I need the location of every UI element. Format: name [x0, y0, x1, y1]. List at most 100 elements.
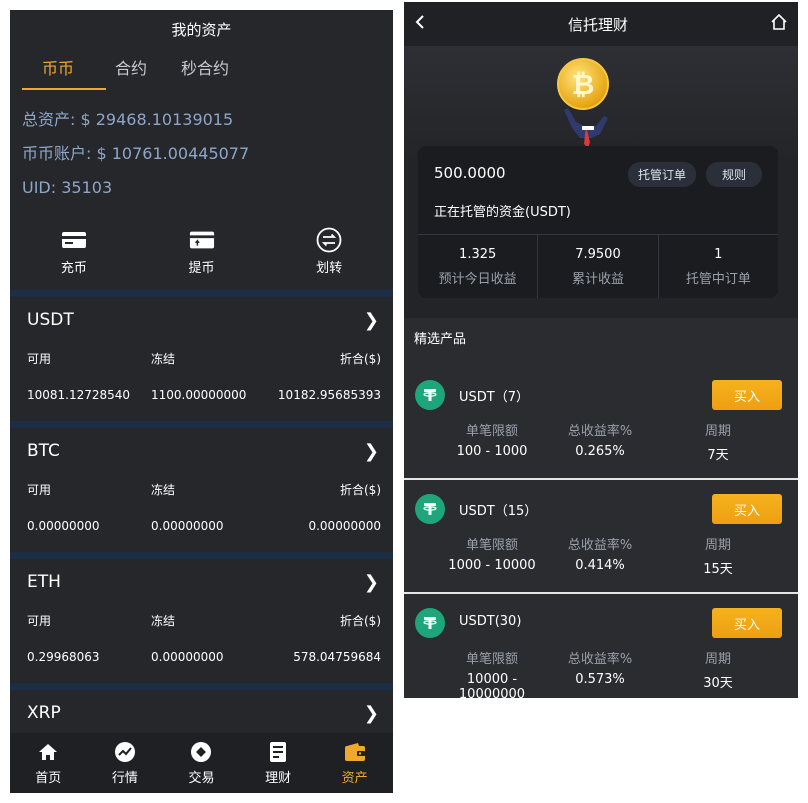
custody-orders-button[interactable]: 托管订单	[627, 162, 696, 187]
frozen-value: 1100.00000000	[151, 388, 247, 402]
asset-header[interactable]: USDT ❯	[10, 297, 393, 343]
nav-home-label: 首页	[35, 770, 62, 786]
market-icon	[114, 741, 136, 763]
asset-item-usdt[interactable]: USDT ❯ 可用 冻结 折合($) 10081.12728540 1100.0…	[10, 290, 393, 421]
limit-value: 100 - 1000	[456, 444, 528, 459]
product-labels: 单笔限额 总收益率% 周期	[404, 648, 798, 667]
product-list: USDT（7） 买入 单笔限额 总收益率% 周期 100 - 1000 0.26…	[404, 366, 798, 698]
bottom-nav: 首页 行情 交易 理财 资产	[10, 733, 393, 793]
withdraw-button[interactable]: 提币	[138, 214, 266, 290]
product-item: USDT(30) 买入 单笔限额 总收益率% 周期 10000 - 100000…	[404, 594, 798, 698]
back-icon[interactable]	[414, 14, 426, 34]
buy-button[interactable]: 买入	[712, 608, 782, 638]
stat-value: 1	[714, 246, 723, 262]
chevron-right-icon: ❯	[363, 309, 379, 331]
product-values: 100 - 1000 0.265% 7天	[404, 444, 798, 463]
asset-header[interactable]: ETH ❯	[10, 559, 393, 605]
nav-finance-label: 理财	[265, 770, 292, 786]
product-item: USDT（15） 买入 单笔限额 总收益率% 周期 1000 - 10000 0…	[404, 480, 798, 594]
chevron-right-icon: ❯	[363, 571, 379, 593]
wallet-icon	[344, 741, 366, 763]
asset-name: BTC	[27, 441, 60, 461]
tether-icon	[415, 380, 445, 410]
product-name: USDT（7）	[459, 390, 529, 405]
page-title: 信托理财	[567, 15, 628, 34]
transfer-label: 划转	[316, 260, 343, 276]
product-name: USDT（15）	[459, 504, 538, 519]
converted-value: 578.04759684	[293, 650, 381, 664]
buy-button[interactable]: 买入	[712, 494, 782, 524]
rate-value: 0.573%	[575, 672, 625, 687]
holding-subtitle: 正在托管的资金(USDT)	[434, 205, 571, 220]
available-value: 0.00000000	[27, 519, 100, 533]
assets-screen: 我的资产 币币 合约 秒合约 总资产: $ 29468.10139015 币币账…	[10, 10, 393, 793]
frozen-header: 冻结	[151, 613, 176, 628]
asset-item-eth[interactable]: ETH ❯ 可用 冻结 折合($) 0.29968063 0.00000000 …	[10, 552, 393, 683]
rate-value: 0.265%	[575, 444, 625, 459]
asset-name: USDT	[27, 310, 74, 330]
frozen-header: 冻结	[151, 351, 176, 366]
trust-finance-screen: 信托理财 ₿ 500.0000 托管订单 规则 正在托管的资金(USDT) 1.…	[404, 2, 798, 698]
product-labels: 单笔限额 总收益率% 周期	[404, 534, 798, 553]
transfer-button[interactable]: 划转	[265, 214, 393, 290]
asset-actions: 充币 提币 划转	[10, 214, 393, 290]
rate-label: 总收益率%	[567, 538, 633, 553]
rules-button[interactable]: 规则	[705, 162, 762, 187]
asset-header[interactable]: XRP ❯	[10, 690, 393, 736]
holding-amount: 500.0000	[434, 164, 506, 182]
product-name: USDT(30)	[459, 614, 522, 629]
holding-card: 500.0000 托管订单 规则 正在托管的资金(USDT) 1.325 预计今…	[418, 146, 778, 298]
nav-assets[interactable]: 资产	[316, 733, 393, 793]
withdraw-label: 提币	[188, 260, 215, 276]
user-id: UID: 35103	[22, 178, 113, 197]
section-divider	[10, 421, 393, 428]
home-icon[interactable]	[770, 13, 788, 35]
stat-label: 累计收益	[571, 271, 624, 287]
converted-value: 0.00000000	[308, 519, 381, 533]
section-divider	[10, 290, 393, 297]
asset-column-headers: 可用 冻结 折合($)	[10, 474, 393, 504]
nav-home[interactable]: 首页	[10, 733, 87, 793]
product-values: 1000 - 10000 0.414% 15天	[404, 558, 798, 577]
nav-trade[interactable]: 交易	[163, 733, 240, 793]
asset-item-btc[interactable]: BTC ❯ 可用 冻结 折合($) 0.00000000 0.00000000 …	[10, 421, 393, 552]
rate-value: 0.414%	[575, 558, 625, 573]
chevron-right-icon: ❯	[363, 440, 379, 462]
converted-header: 折合($)	[340, 613, 381, 628]
deposit-icon	[61, 229, 87, 251]
tether-icon	[415, 608, 445, 638]
period-label: 周期	[704, 424, 731, 439]
finance-icon	[267, 741, 289, 763]
top-bar: 信托理财	[404, 2, 798, 46]
period-value: 30天	[703, 676, 733, 691]
asset-values: 0.29968063 0.00000000 578.04759684	[10, 635, 393, 679]
product-labels: 单笔限额 总收益率% 周期	[404, 420, 798, 439]
available-header: 可用	[27, 351, 52, 366]
limit-value: 10000 - 10000000	[458, 672, 526, 698]
card-buttons: 托管订单 规则	[627, 162, 762, 187]
stat-today-income: 1.325 预计今日收益	[418, 235, 539, 298]
nav-assets-label: 资产	[341, 770, 368, 786]
nav-finance[interactable]: 理财	[240, 733, 317, 793]
frozen-value: 0.00000000	[151, 519, 224, 533]
asset-header[interactable]: BTC ❯	[10, 428, 393, 474]
total-assets: 总资产: $ 29468.10139015	[22, 110, 234, 129]
converted-header: 折合($)	[340, 482, 381, 497]
stat-label: 托管中订单	[685, 271, 751, 287]
deposit-label: 充币	[60, 260, 87, 276]
tab-contract[interactable]: 合约	[94, 50, 168, 90]
tab-spot[interactable]: 币币	[22, 50, 106, 90]
nav-market[interactable]: 行情	[87, 733, 164, 793]
rate-label: 总收益率%	[567, 652, 633, 667]
deposit-button[interactable]: 充币	[10, 214, 138, 290]
frozen-value: 0.00000000	[151, 650, 224, 664]
stat-value: 1.325	[459, 246, 497, 262]
asset-column-headers: 可用 冻结 折合($)	[10, 605, 393, 635]
spot-account-balance: 币币账户: $ 10761.00445077	[22, 144, 250, 163]
frozen-header: 冻结	[151, 482, 176, 497]
period-value: 7天	[707, 448, 729, 463]
tab-second-contract[interactable]: 秒合约	[168, 50, 242, 90]
transfer-icon	[316, 227, 342, 252]
asset-column-headers: 可用 冻结 折合($)	[10, 343, 393, 373]
buy-button[interactable]: 买入	[712, 380, 782, 410]
